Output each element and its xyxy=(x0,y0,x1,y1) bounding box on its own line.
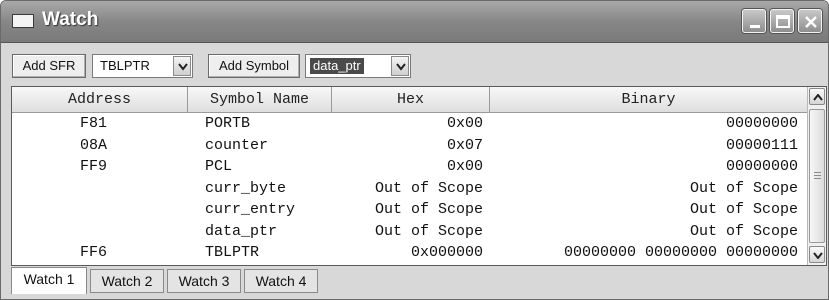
tab-watch-3[interactable]: Watch 3 xyxy=(167,269,241,293)
minimize-icon xyxy=(750,25,760,28)
hex-cell: Out of Scope xyxy=(374,222,483,240)
hex-cell: Out of Scope xyxy=(374,201,483,218)
address-cell xyxy=(80,221,140,242)
column-header-symbol-name[interactable]: Symbol Name xyxy=(188,87,332,113)
binary-cell: 00000111 xyxy=(725,136,798,154)
hex-cell: 0x07 xyxy=(446,136,483,154)
column-header-binary[interactable]: Binary xyxy=(490,87,808,113)
address-cell: F81 xyxy=(80,115,108,132)
symbol-select-value: data_ptr xyxy=(310,58,364,74)
symbol-cell: TBLPTR xyxy=(205,244,260,261)
title-bar[interactable]: Watch xyxy=(1,1,828,43)
table-row[interactable]: FF6 TBLPTR 0x000000 00000000 00000000 00… xyxy=(12,242,808,264)
scroll-down-icon xyxy=(813,252,823,259)
symbol-cell: counter xyxy=(205,136,269,154)
symbol-dropdown-button[interactable] xyxy=(391,56,409,76)
table-row[interactable]: F81 PORTB 0x00 00000000 xyxy=(12,113,808,135)
scrollbar-grip xyxy=(814,178,821,179)
table-row[interactable]: curr_byte Out of Scope Out of Scope xyxy=(12,178,808,200)
column-header-hex[interactable]: Hex xyxy=(332,87,490,113)
minimize-button[interactable] xyxy=(742,9,766,33)
scrollbar-thumb[interactable] xyxy=(809,109,825,243)
table-body: F81 PORTB 0x00 00000000 08A counter 0x07… xyxy=(12,113,808,264)
scroll-up-icon xyxy=(813,94,823,101)
scroll-down-button[interactable] xyxy=(809,246,825,263)
tab-watch-4[interactable]: Watch 4 xyxy=(244,269,318,293)
hex-cell: Out of Scope xyxy=(374,179,483,197)
symbol-cell: PCL xyxy=(205,158,233,175)
symbol-cell: curr_byte xyxy=(205,179,287,197)
address-cell: FF9 xyxy=(80,158,108,175)
symbol-select[interactable]: data_ptr xyxy=(305,54,411,78)
vertical-scrollbar[interactable] xyxy=(807,87,826,265)
dropdown-arrow-icon xyxy=(396,63,406,71)
symbol-cell: data_ptr xyxy=(205,222,278,240)
watch-tabs: Watch 1 Watch 2 Watch 3 Watch 4 xyxy=(11,267,827,297)
window-icon xyxy=(12,14,34,28)
address-cell xyxy=(80,178,140,199)
sfr-dropdown-button[interactable] xyxy=(173,56,191,76)
address-cell xyxy=(80,199,140,220)
table-row[interactable]: curr_entry Out of Scope Out of Scope xyxy=(12,199,808,221)
maximize-button[interactable] xyxy=(770,9,794,33)
watch-window: Watch Add SFR TBLPTR Add Symbol data_ptr xyxy=(0,0,829,300)
maximize-icon xyxy=(776,15,790,28)
watch-table: Address Symbol Name Hex Binary F81 PORTB… xyxy=(11,86,827,266)
binary-cell: Out of Scope xyxy=(689,179,798,197)
tab-watch-1[interactable]: Watch 1 xyxy=(11,267,87,294)
address-cell: FF6 xyxy=(80,244,108,261)
sfr-select-value: TBLPTR xyxy=(100,58,150,73)
table-row[interactable]: FF9 PCL 0x00 00000000 xyxy=(12,156,808,178)
dropdown-arrow-icon xyxy=(178,63,188,71)
scroll-up-button[interactable] xyxy=(809,88,825,105)
binary-cell: Out of Scope xyxy=(689,222,798,240)
toolbar: Add SFR TBLPTR Add Symbol data_ptr xyxy=(1,44,828,86)
address-cell: 08A xyxy=(80,136,108,154)
add-sfr-button[interactable]: Add SFR xyxy=(12,54,86,78)
symbol-cell: curr_entry xyxy=(205,201,296,218)
hex-cell: 0x00 xyxy=(446,158,483,175)
scrollbar-grip xyxy=(814,172,821,173)
hex-cell: 0x00 xyxy=(446,115,483,132)
close-button[interactable] xyxy=(798,9,822,33)
tab-watch-2[interactable]: Watch 2 xyxy=(90,269,164,293)
symbol-cell: PORTB xyxy=(205,115,251,132)
binary-cell: 00000000 00000000 00000000 xyxy=(563,244,798,261)
add-symbol-button[interactable]: Add Symbol xyxy=(208,54,300,78)
table-row[interactable]: 08A counter 0x07 00000111 xyxy=(12,135,808,157)
table-row[interactable]: data_ptr Out of Scope Out of Scope xyxy=(12,221,808,243)
window-title: Watch xyxy=(42,9,99,30)
close-icon xyxy=(805,16,817,28)
sfr-select[interactable]: TBLPTR xyxy=(92,54,193,78)
binary-cell: 00000000 xyxy=(725,158,798,175)
table-header: Address Symbol Name Hex Binary xyxy=(12,87,808,113)
scrollbar-grip xyxy=(814,175,821,176)
binary-cell: 00000000 xyxy=(725,115,798,132)
column-header-address[interactable]: Address xyxy=(12,87,188,113)
hex-cell: 0x000000 xyxy=(410,244,483,261)
binary-cell: Out of Scope xyxy=(689,201,798,218)
